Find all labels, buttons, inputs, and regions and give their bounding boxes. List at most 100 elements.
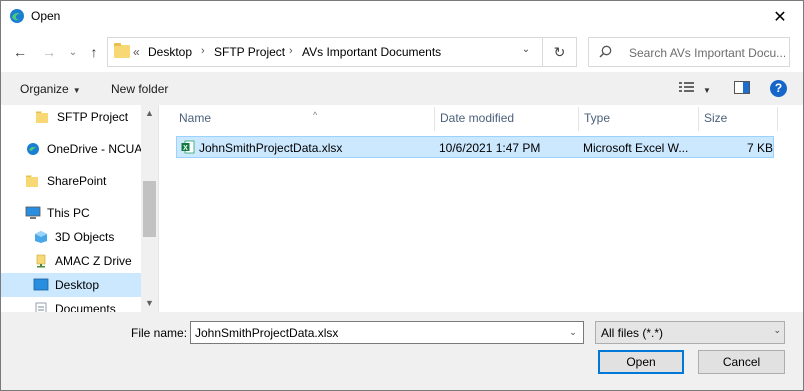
back-arrow-icon: ← (13, 44, 27, 60)
sidebar-item-label: OneDrive - NCUA (47, 142, 143, 156)
file-size-cell: 7 KB (747, 141, 774, 155)
organize-menu[interactable]: Organize ▼ (20, 82, 81, 96)
new-folder-button[interactable]: New folder (111, 82, 168, 96)
sidebar-item-label: SFTP Project (57, 110, 129, 124)
column-header-label: Name (179, 111, 212, 125)
breadcrumb-sftp-project[interactable]: SFTP Project (214, 45, 285, 59)
file-type-cell: Microsoft Excel W... (583, 141, 689, 155)
scrollbar-thumb[interactable] (143, 181, 156, 237)
preview-pane-icon (734, 81, 750, 94)
scroll-up-icon[interactable]: ▲ (141, 105, 158, 122)
dialog-footer: File name: JohnSmithProjectData.xlsx ⌄ A… (1, 312, 803, 390)
up-button[interactable]: ↑ (84, 42, 104, 62)
sidebar-item-onedrive[interactable]: OneDrive - NCUA (1, 137, 143, 161)
breadcrumb-overflow[interactable]: « (133, 45, 140, 59)
breadcrumb-separator-icon[interactable]: › (201, 45, 205, 57)
caret-down-icon: ▼ (72, 86, 81, 95)
address-bar[interactable]: « Desktop › SFTP Project › AVs Important… (107, 37, 577, 67)
folder-icon (114, 43, 130, 58)
excel-file-icon: X (181, 140, 195, 154)
sidebar-item-desktop[interactable]: Desktop (1, 273, 141, 297)
sidebar-scrollbar[interactable]: ▲ ▼ (141, 105, 158, 312)
details-view-icon (679, 82, 694, 92)
breadcrumb-desktop[interactable]: Desktop (148, 45, 192, 59)
onedrive-icon (27, 143, 39, 155)
up-arrow-icon: ↑ (90, 44, 98, 60)
edge-app-icon (10, 9, 24, 23)
column-header-type[interactable]: Type (578, 105, 698, 131)
command-toolbar: Organize ▼ New folder ▼ ? (1, 72, 803, 105)
open-file-dialog: Open ✕ ← → ⌄ ↑ « Desktop › SFTP Project … (0, 0, 804, 391)
sidebar-item-this-pc[interactable]: This PC (1, 201, 141, 225)
file-type-select[interactable]: All files (*.*) ⌄ (595, 321, 785, 344)
sidebar-item-3d-objects[interactable]: 3D Objects (1, 225, 141, 249)
sidebar-item-sftp-project[interactable]: SFTP Project (1, 105, 141, 129)
preview-pane-button[interactable] (734, 81, 750, 97)
refresh-icon: ↻ (553, 43, 566, 60)
new-folder-label: New folder (111, 82, 169, 96)
computer-icon (25, 206, 41, 219)
column-header-label: Type (584, 111, 611, 125)
sidebar-item-label: This PC (47, 206, 90, 220)
open-button-label: Open (626, 355, 656, 369)
window-title: Open (31, 9, 61, 23)
recent-locations-button[interactable]: ⌄ (63, 42, 83, 62)
chevron-down-icon: ⌄ (773, 325, 781, 335)
close-button[interactable]: ✕ (757, 1, 803, 32)
file-name-input[interactable]: JohnSmithProjectData.xlsx ⌄ (190, 321, 584, 344)
address-dropdown-icon[interactable]: ⌄ (516, 44, 536, 60)
navigation-pane: SFTP Project OneDrive - NCUA SharePoint … (1, 105, 159, 312)
folder-icon (26, 175, 38, 187)
desktop-icon (33, 278, 49, 291)
documents-icon (35, 302, 47, 312)
organize-label: Organize (20, 82, 69, 96)
sidebar-item-label: Desktop (55, 278, 100, 292)
file-row[interactable]: X JohnSmithProjectData.xlsx 10/6/2021 1:… (176, 136, 774, 158)
chevron-down-icon[interactable]: ⌄ (565, 324, 581, 341)
column-header-name[interactable]: Name ^ (173, 105, 435, 131)
help-icon: ? (770, 80, 787, 97)
sidebar-item-sharepoint[interactable]: SharePoint (1, 169, 141, 193)
folder-icon (36, 111, 48, 123)
breadcrumb-avs-important-documents[interactable]: AVs Important Documents (302, 45, 441, 59)
file-date-cell: 10/6/2021 1:47 PM (439, 141, 541, 155)
3d-objects-icon (35, 231, 47, 243)
sort-ascending-icon: ^ (313, 110, 318, 120)
view-options-button[interactable]: ▼ (679, 81, 711, 96)
sidebar-item-amac-z-drive[interactable]: AMAC Z Drive (1, 249, 141, 273)
chevron-down-icon: ⌄ (68, 46, 78, 58)
open-button[interactable]: Open (598, 350, 684, 374)
column-header-date-modified[interactable]: Date modified (434, 105, 578, 131)
scroll-down-icon[interactable]: ▼ (141, 295, 158, 312)
file-name-label: File name: (131, 326, 188, 340)
search-box[interactable]: Search AVs Important Docu... (588, 37, 790, 67)
forward-arrow-icon: → (42, 44, 56, 60)
caret-down-icon: ▼ (703, 86, 711, 95)
file-name-cell: JohnSmithProjectData.xlsx (199, 141, 343, 155)
refresh-button[interactable]: ↻ (542, 38, 576, 66)
sidebar-item-label: Documents (55, 302, 116, 312)
forward-button[interactable]: → (39, 42, 59, 62)
navigation-bar: ← → ⌄ ↑ « Desktop › SFTP Project › AVs I… (1, 32, 803, 72)
breadcrumb-separator-icon[interactable]: › (289, 45, 293, 57)
file-list: Name ^ Date modified Type Size X JohnSmi… (160, 105, 803, 312)
column-header-label: Date modified (440, 111, 515, 125)
help-button[interactable]: ? (770, 80, 787, 97)
search-icon (599, 45, 612, 58)
column-header-size[interactable]: Size (698, 105, 778, 131)
network-drive-icon (36, 254, 46, 268)
sidebar-item-label: SharePoint (47, 174, 107, 188)
close-icon: ✕ (773, 8, 787, 26)
cancel-button-label: Cancel (722, 355, 761, 369)
title-bar: Open ✕ (1, 1, 803, 32)
column-header-label: Size (704, 111, 728, 125)
svg-text:X: X (183, 145, 188, 152)
column-divider[interactable] (777, 107, 778, 131)
sidebar-item-label: 3D Objects (55, 230, 115, 244)
cancel-button[interactable]: Cancel (698, 350, 785, 374)
sidebar-item-documents[interactable]: Documents (1, 297, 141, 312)
sidebar-item-label: AMAC Z Drive (55, 254, 132, 268)
file-type-value: All files (*.*) (601, 326, 664, 340)
search-placeholder: Search AVs Important Docu... (629, 46, 785, 60)
back-button[interactable]: ← (10, 42, 30, 62)
